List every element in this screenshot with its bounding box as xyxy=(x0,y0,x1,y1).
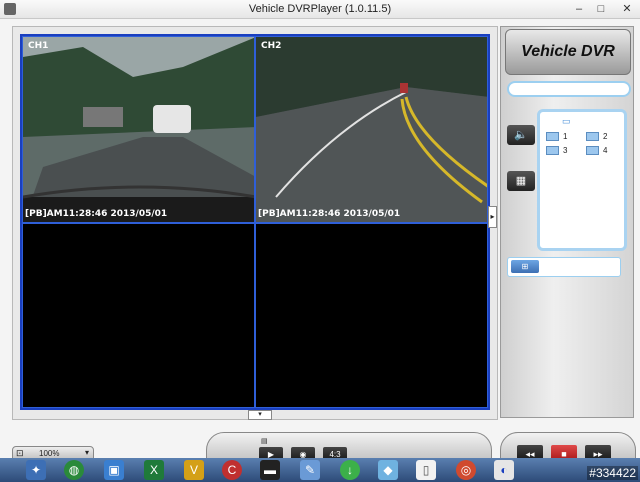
channel-item[interactable]: 3 xyxy=(546,146,567,156)
taskbar: ✦ ◍ ▣ X V C ▬ ✎ ↓ ◆ ▯ ◎ ◐ xyxy=(0,458,640,482)
channel-3-view[interactable] xyxy=(22,223,255,408)
expand-right-arrow-icon[interactable]: ▸ xyxy=(488,206,497,228)
wizard-icon[interactable]: ✦ xyxy=(26,460,46,480)
channel-1-label: CH1 xyxy=(28,41,49,51)
zoom-value: 100% xyxy=(39,449,60,458)
watermark-text: #334422 xyxy=(587,466,638,480)
dvr-player-icon[interactable]: ◐ xyxy=(494,460,514,480)
channel-4-view[interactable] xyxy=(255,223,488,408)
paint-icon[interactable]: ✎ xyxy=(300,460,320,480)
channel-2-timestamp: [PB]AM11:28:46 2013/05/01 xyxy=(258,209,401,219)
channel-item[interactable]: 2 xyxy=(586,132,607,142)
windows-icon[interactable]: ◍ xyxy=(64,460,84,480)
channel-1-view[interactable]: CH1 [PB]AM11:28:46 2013/05/01 xyxy=(22,36,255,223)
folder-icon: ▭ xyxy=(562,116,571,126)
chevron-down-icon[interactable]: ▾ xyxy=(85,448,89,457)
channel-2-scene xyxy=(256,37,487,222)
controls-caption-icon: ▤ xyxy=(261,438,268,445)
download-icon[interactable]: ↓ xyxy=(340,460,360,480)
title-bar: Vehicle DVRPlayer (1.0.11.5) – □ ✕ xyxy=(0,0,640,19)
camera-icon xyxy=(586,146,599,156)
maximize-button[interactable]: □ xyxy=(590,0,612,18)
v-app-icon[interactable]: V xyxy=(184,460,204,480)
expand-down-arrow-icon[interactable]: ▾ xyxy=(248,410,272,420)
network-bar[interactable]: ⊞ xyxy=(507,257,621,277)
video-grid: CH1 [PB]AM11:28:46 2013/05/01 CH2 [PB]AM… xyxy=(20,34,490,410)
minimize-button[interactable]: – xyxy=(568,0,590,18)
calculator-icon[interactable]: ◆ xyxy=(378,460,398,480)
channel-2-view[interactable]: CH2 [PB]AM11:28:46 2013/05/01 xyxy=(255,36,488,223)
camera-icon xyxy=(546,132,559,142)
channel-2-label: CH2 xyxy=(261,41,282,51)
ccleaner-icon[interactable]: C xyxy=(222,460,242,480)
excel-icon[interactable]: X xyxy=(144,460,164,480)
chrome-icon[interactable]: ◎ xyxy=(456,460,476,480)
window-title: Vehicle DVRPlayer (1.0.11.5) xyxy=(248,3,392,15)
right-panel: Vehicle DVR 🔈 ▦ ▭ 1 2 3 4 ⊞ xyxy=(500,26,634,418)
document-icon[interactable]: ▯ xyxy=(416,460,436,480)
camera-icon xyxy=(586,132,599,142)
close-button[interactable]: ✕ xyxy=(616,0,638,18)
channel-1-scene xyxy=(23,37,254,222)
camera-icon xyxy=(546,146,559,156)
network-icon: ⊞ xyxy=(511,260,539,273)
status-pill xyxy=(507,81,631,97)
layout-grid-button[interactable]: ▦ xyxy=(507,171,535,191)
channel-item[interactable]: 4 xyxy=(586,146,607,156)
speaker-button[interactable]: 🔈 xyxy=(507,125,535,145)
channel-selector: ▭ 1 2 3 4 xyxy=(537,109,627,251)
remote-icon[interactable]: ▣ xyxy=(104,460,124,480)
brand-logo: Vehicle DVR xyxy=(505,29,631,75)
channel-item[interactable]: 1 xyxy=(546,132,567,142)
channel-1-timestamp: [PB]AM11:28:46 2013/05/01 xyxy=(25,209,168,219)
terminal-icon[interactable]: ▬ xyxy=(260,460,280,480)
